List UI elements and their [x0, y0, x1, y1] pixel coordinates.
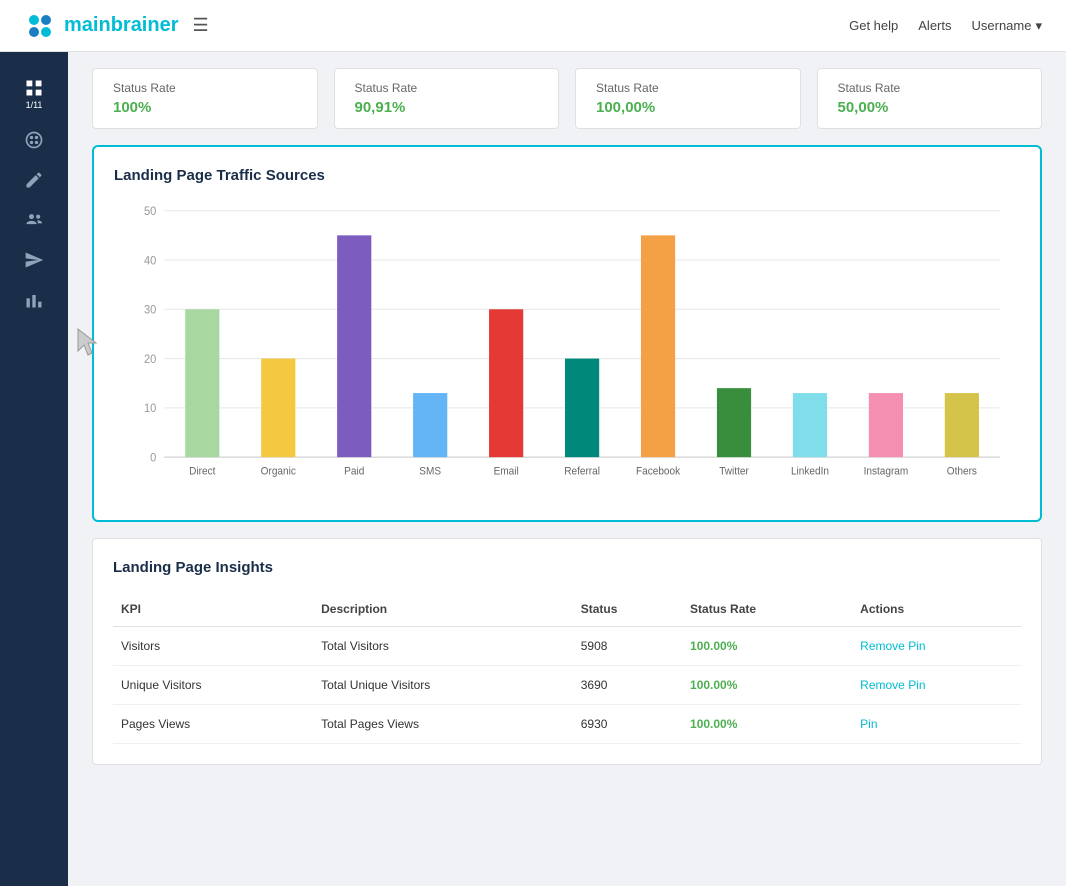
svg-text:Facebook: Facebook [636, 466, 681, 477]
status-cell: 6930 [573, 705, 682, 744]
svg-text:10: 10 [144, 403, 156, 415]
rate-cell: 100.00% [682, 666, 852, 705]
layout: 1/11 [0, 52, 1066, 781]
svg-text:0: 0 [150, 452, 156, 464]
sidebar: 1/11 [0, 52, 68, 886]
action-link[interactable]: Remove Pin [860, 639, 925, 653]
status-cell: 5908 [573, 627, 682, 666]
svg-text:Twitter: Twitter [719, 466, 749, 477]
insights-title: Landing Page Insights [113, 559, 1021, 576]
svg-text:Email: Email [494, 466, 519, 477]
svg-text:Referral: Referral [564, 466, 600, 477]
send-icon [24, 250, 44, 270]
description-cell: Total Pages Views [313, 705, 573, 744]
sidebar-item-users[interactable] [0, 200, 68, 240]
status-card-value: 100% [113, 99, 297, 116]
status-card-label: Status Rate [838, 81, 1022, 95]
svg-text:20: 20 [144, 354, 156, 366]
svg-text:30: 30 [144, 304, 156, 316]
bar-chart-svg: 0 10 20 30 40 50 Direct Organic Paid SMS Email Refe… [114, 200, 1020, 500]
status-card-label: Status Rate [355, 81, 539, 95]
table-row: Pages Views Total Pages Views 6930 100.0… [113, 705, 1021, 744]
chart-container: 0 10 20 30 40 50 Direct Organic Paid SMS Email Refe… [114, 200, 1020, 500]
status-cards-row: Status Rate 100% Status Rate 90,91% Stat… [92, 68, 1042, 129]
svg-text:Paid: Paid [344, 466, 364, 477]
action-cell[interactable]: Remove Pin [852, 627, 1021, 666]
kpi-cell: Unique Visitors [113, 666, 313, 705]
sidebar-item-edit[interactable] [0, 160, 68, 200]
palette-icon [24, 130, 44, 150]
rate-cell: 100.00% [682, 627, 852, 666]
status-card-value: 90,91% [355, 99, 539, 116]
hamburger-menu[interactable]: ☰ [193, 15, 209, 36]
user-menu[interactable]: Username ▾ [972, 18, 1043, 34]
bar-chart-icon [24, 290, 44, 310]
chart-title: Landing Page Traffic Sources [114, 167, 1020, 184]
kpi-cell: Pages Views [113, 705, 313, 744]
action-cell[interactable]: Remove Pin [852, 666, 1021, 705]
table-row: Visitors Total Visitors 5908 100.00% Rem… [113, 627, 1021, 666]
table-header: Description [313, 592, 573, 627]
action-link[interactable]: Remove Pin [860, 678, 925, 692]
insights-section: Landing Page Insights KPIDescriptionStat… [92, 538, 1042, 765]
status-cell: 3690 [573, 666, 682, 705]
table-header: Status Rate [682, 592, 852, 627]
status-card-label: Status Rate [113, 81, 297, 95]
action-cell[interactable]: Pin [852, 705, 1021, 744]
grid-icon [24, 78, 44, 98]
cursor-arrow [76, 327, 104, 362]
sidebar-item-grid[interactable]: 1/11 [0, 68, 68, 120]
sidebar-item-send[interactable] [0, 240, 68, 280]
svg-text:Instagram: Instagram [864, 466, 909, 477]
svg-text:Organic: Organic [261, 466, 296, 477]
status-card: Status Rate 100% [92, 68, 318, 129]
page-indicator: 1/11 [26, 100, 43, 110]
description-cell: Total Unique Visitors [313, 666, 573, 705]
action-link[interactable]: Pin [860, 717, 877, 731]
status-card-label: Status Rate [596, 81, 780, 95]
edit-icon [24, 170, 44, 190]
header: mainbrainer ☰ Get help Alerts Username ▾ [0, 0, 1066, 52]
logo: mainbrainer [24, 10, 179, 42]
sidebar-item-analytics[interactable] [0, 280, 68, 320]
chart-section: Landing Page Traffic Sources 0 10 20 30 40 50… [92, 145, 1042, 522]
svg-text:40: 40 [144, 255, 156, 267]
status-card-value: 100,00% [596, 99, 780, 116]
svg-text:Direct: Direct [189, 466, 215, 477]
insights-table: KPIDescriptionStatusStatus RateActions V… [113, 592, 1021, 744]
kpi-cell: Visitors [113, 627, 313, 666]
table-header: Status [573, 592, 682, 627]
logo-icon [24, 10, 56, 42]
alerts-link[interactable]: Alerts [918, 18, 951, 33]
table-header: Actions [852, 592, 1021, 627]
status-card-value: 50,00% [838, 99, 1022, 116]
table-row: Unique Visitors Total Unique Visitors 36… [113, 666, 1021, 705]
table-header: KPI [113, 592, 313, 627]
users-icon [24, 210, 44, 230]
logo-text: mainbrainer [64, 14, 179, 37]
svg-text:SMS: SMS [419, 466, 441, 477]
main-content: Status Rate 100% Status Rate 90,91% Stat… [68, 52, 1066, 781]
sidebar-item-palette[interactable] [0, 120, 68, 160]
svg-text:50: 50 [144, 206, 156, 218]
svg-text:LinkedIn: LinkedIn [791, 466, 829, 477]
status-card: Status Rate 100,00% [575, 68, 801, 129]
rate-cell: 100.00% [682, 705, 852, 744]
get-help-link[interactable]: Get help [849, 18, 898, 33]
header-right: Get help Alerts Username ▾ [849, 18, 1042, 34]
svg-text:Others: Others [947, 466, 977, 477]
status-card: Status Rate 50,00% [817, 68, 1043, 129]
header-left: mainbrainer ☰ [24, 10, 209, 42]
status-card: Status Rate 90,91% [334, 68, 560, 129]
description-cell: Total Visitors [313, 627, 573, 666]
